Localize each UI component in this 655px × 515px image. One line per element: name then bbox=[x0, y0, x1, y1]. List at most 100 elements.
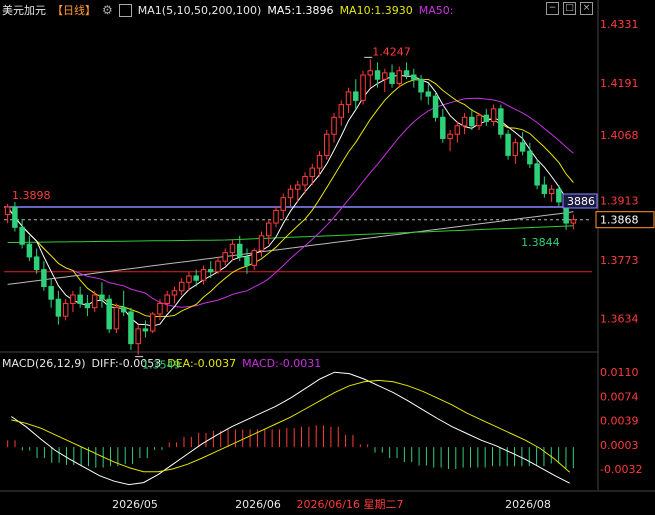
time-tick-label: 2026/05 bbox=[112, 498, 158, 511]
candle-body bbox=[469, 116, 475, 127]
candle-body bbox=[251, 250, 257, 266]
candle-body bbox=[512, 142, 519, 156]
macd-tick-label: -0.0032 bbox=[600, 463, 642, 476]
candle-body bbox=[128, 311, 134, 345]
candle-body bbox=[55, 298, 62, 317]
candle-body bbox=[265, 222, 272, 237]
candle-body bbox=[19, 226, 25, 245]
candle-body bbox=[135, 328, 141, 345]
time-tick-label: 2026/08 bbox=[505, 498, 551, 511]
candle-body bbox=[84, 302, 91, 309]
high-annotation: 1.4247 bbox=[372, 45, 411, 58]
candle-body bbox=[556, 188, 562, 203]
macd-tick-label: 0.0039 bbox=[600, 415, 639, 428]
macd-tick-label: 0.0110 bbox=[600, 366, 639, 379]
candle-body bbox=[476, 114, 482, 127]
price-tick-label: 1.3634 bbox=[600, 313, 639, 326]
candle-body bbox=[70, 294, 76, 304]
candle-body bbox=[360, 74, 366, 101]
candle-body bbox=[570, 219, 577, 224]
candle-body bbox=[12, 206, 18, 228]
ma200-line bbox=[7, 211, 574, 285]
candle-body bbox=[302, 176, 308, 186]
price-tick-label: 1.3773 bbox=[600, 254, 639, 267]
candle-body bbox=[309, 167, 316, 178]
candle-body bbox=[345, 91, 352, 106]
candle-body bbox=[280, 197, 286, 211]
candle-body bbox=[48, 286, 54, 300]
candle-body bbox=[403, 70, 410, 76]
candle-body bbox=[33, 256, 40, 271]
candle-body bbox=[164, 294, 170, 304]
candle-body bbox=[62, 302, 69, 317]
cursor-price-label: 3886 bbox=[567, 195, 595, 208]
candle-body bbox=[222, 252, 228, 262]
price-tick-label: 1.4191 bbox=[600, 77, 639, 90]
candle-body bbox=[77, 294, 83, 304]
candle-body bbox=[490, 108, 497, 123]
candle-body bbox=[273, 209, 279, 224]
current-price-label: 1.3868 bbox=[600, 214, 639, 227]
candle-body bbox=[316, 154, 323, 169]
candle-body bbox=[541, 184, 548, 194]
recent-low-annotation: 1.3844 bbox=[521, 236, 560, 249]
candle-body bbox=[432, 95, 439, 118]
candle-body bbox=[331, 116, 337, 135]
candle-body bbox=[389, 72, 395, 84]
candle-body bbox=[287, 188, 294, 199]
ma100-line bbox=[7, 225, 574, 243]
macd-tick-label: 0.0074 bbox=[600, 391, 639, 404]
candle-body bbox=[295, 184, 301, 190]
price-tick-label: 1.3913 bbox=[600, 195, 639, 208]
candle-body bbox=[454, 125, 461, 135]
candle-body bbox=[41, 269, 47, 288]
candle-body bbox=[200, 269, 207, 281]
time-tick-label: 2026/06/16 星期二7 bbox=[297, 498, 404, 511]
price-tick-label: 1.4331 bbox=[600, 18, 639, 31]
candle-body bbox=[178, 281, 185, 292]
candle-body bbox=[99, 294, 105, 300]
candle-body bbox=[157, 302, 163, 315]
candle-body bbox=[396, 70, 403, 84]
candle-body bbox=[229, 243, 236, 254]
candle-body bbox=[149, 313, 156, 332]
candle-body bbox=[548, 188, 555, 194]
low-annotation: 1.3549 bbox=[142, 359, 181, 372]
candle-body bbox=[483, 114, 490, 123]
candle-body bbox=[447, 133, 453, 139]
candle-body bbox=[461, 116, 468, 127]
candle-body bbox=[374, 70, 381, 80]
candle-body bbox=[91, 294, 98, 309]
candle-body bbox=[186, 275, 192, 283]
candle-body bbox=[207, 269, 214, 273]
candle-body bbox=[244, 256, 250, 266]
candle-body bbox=[215, 260, 221, 273]
candle-body bbox=[338, 104, 345, 118]
candle-body bbox=[534, 163, 540, 186]
candle-body bbox=[425, 91, 432, 97]
candle-body bbox=[440, 116, 446, 139]
price-tick-label: 1.4068 bbox=[600, 129, 639, 142]
level-annotation: 1.3898 bbox=[12, 189, 51, 202]
candle-body bbox=[411, 74, 417, 80]
time-tick-label: 2026/06 bbox=[235, 498, 281, 511]
candle-body bbox=[418, 78, 424, 93]
candle-body bbox=[258, 235, 265, 252]
candle-body bbox=[193, 275, 199, 281]
price-chart[interactable]: 1.4247 1.3898 1.3549 1.3844 1.4331 1.4191 1.40… bbox=[0, 0, 655, 515]
candle-body bbox=[367, 70, 374, 76]
candle-body bbox=[353, 91, 359, 101]
candle-body bbox=[527, 150, 533, 165]
candle-body bbox=[324, 133, 330, 156]
candle-body bbox=[382, 72, 388, 80]
candle-body bbox=[26, 243, 33, 258]
candle-body bbox=[171, 290, 178, 296]
candle-body bbox=[236, 243, 243, 258]
candle-body bbox=[113, 307, 120, 330]
candle-body bbox=[106, 298, 112, 330]
candle-body bbox=[142, 328, 149, 332]
macd-tick-label: 0.0003 bbox=[600, 439, 639, 452]
candle-body bbox=[519, 142, 526, 152]
candle-body bbox=[505, 133, 511, 156]
dea-line bbox=[11, 379, 571, 473]
